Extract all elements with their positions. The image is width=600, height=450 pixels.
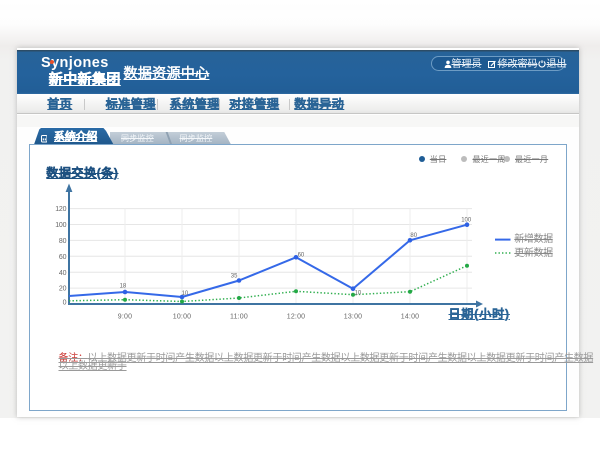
svg-text:100: 100 bbox=[461, 218, 472, 224]
svg-text:13:00: 13:00 bbox=[344, 314, 363, 321]
svg-text:18: 18 bbox=[120, 284, 127, 290]
svg-text:80: 80 bbox=[410, 233, 417, 239]
svg-text:10:00: 10:00 bbox=[173, 314, 192, 321]
svg-text:10: 10 bbox=[355, 290, 362, 296]
svg-text:11:00: 11:00 bbox=[230, 314, 248, 321]
svg-text:20: 20 bbox=[59, 286, 67, 293]
svg-text:12:00: 12:00 bbox=[287, 314, 306, 321]
svg-text:60: 60 bbox=[298, 252, 305, 258]
svg-text:120: 120 bbox=[55, 206, 66, 213]
svg-text:35: 35 bbox=[231, 274, 238, 280]
svg-text:0: 0 bbox=[63, 299, 67, 306]
svg-text:80: 80 bbox=[59, 238, 67, 245]
svg-text:100: 100 bbox=[55, 222, 66, 229]
svg-text:40: 40 bbox=[59, 270, 67, 277]
svg-text:9:00: 9:00 bbox=[118, 314, 132, 321]
svg-text:14:00: 14:00 bbox=[401, 314, 420, 321]
svg-text:60: 60 bbox=[59, 254, 67, 261]
svg-text:10: 10 bbox=[182, 291, 189, 297]
